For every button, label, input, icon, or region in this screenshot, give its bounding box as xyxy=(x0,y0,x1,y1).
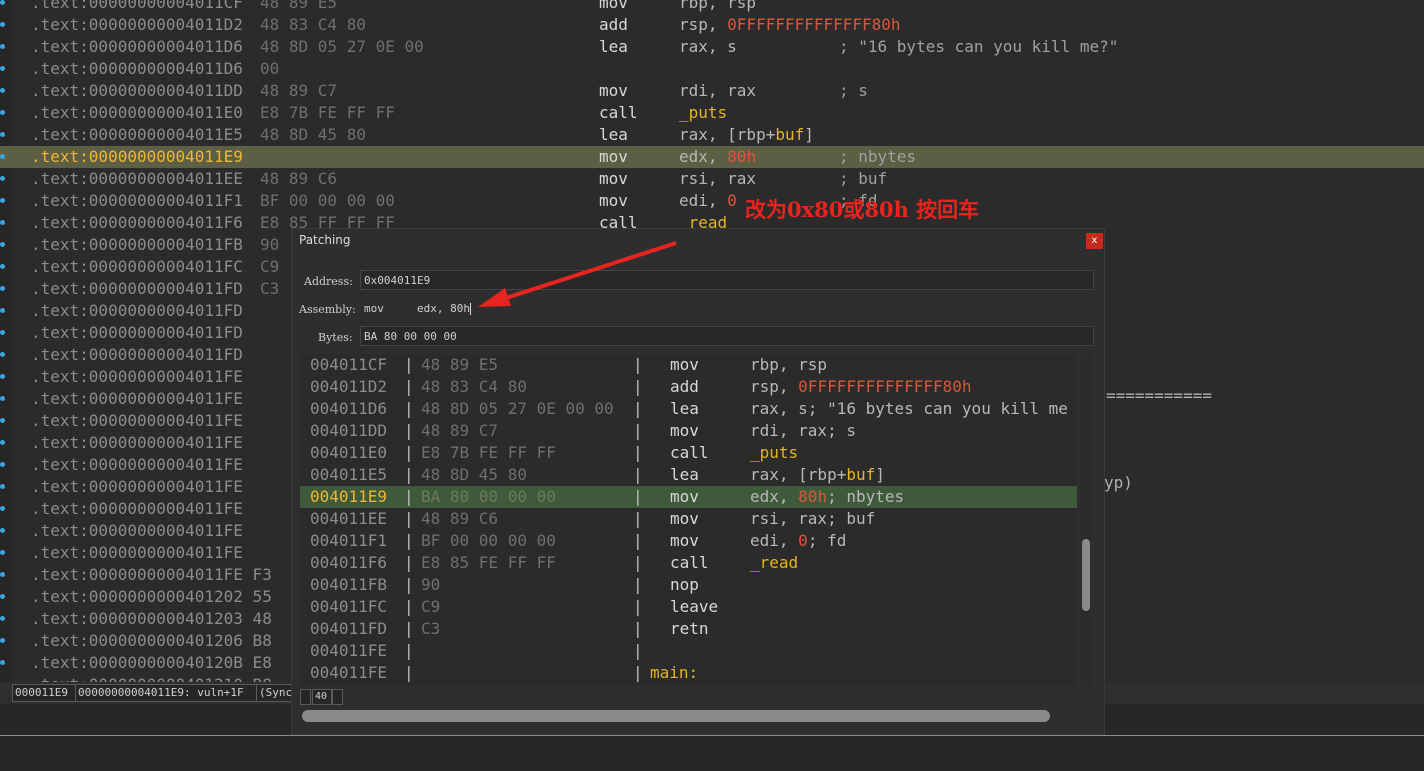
annotation-text: 改为0x80或80h 按回车 xyxy=(745,197,980,222)
red-arrow-icon xyxy=(478,241,677,307)
